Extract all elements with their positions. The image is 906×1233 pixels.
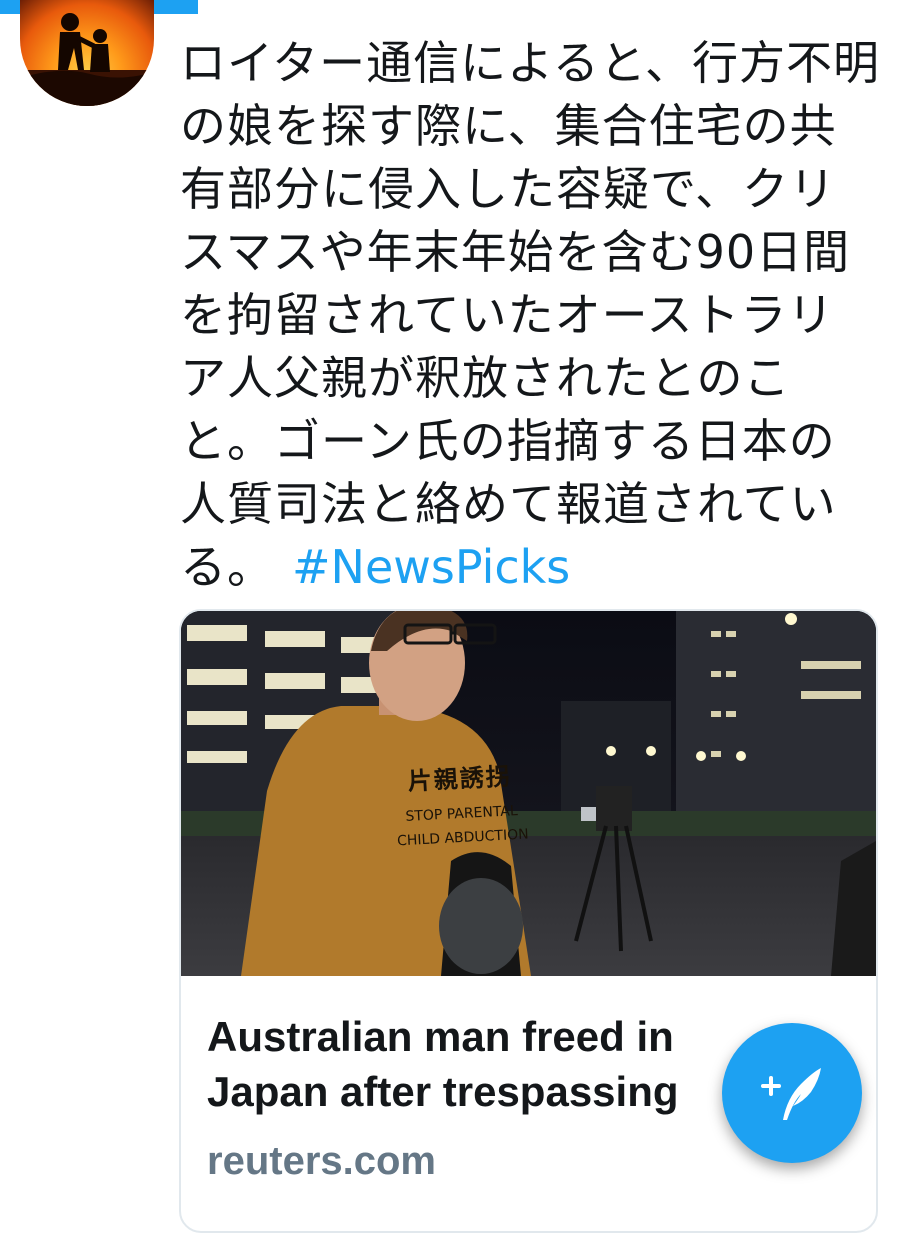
card-headline-line-1: Australian man freed in xyxy=(207,1013,674,1060)
user-avatar[interactable] xyxy=(20,0,154,106)
shirt-kanji: 片親誘拐 xyxy=(407,762,513,796)
tweet-text: ロイター通信によると、行方不明の娘を探す際に、集合住宅の共有部分に侵入した容疑で… xyxy=(180,32,880,599)
avatar-silhouette-icon xyxy=(20,13,154,106)
tweet-body: ロイター通信によると、行方不明の娘を探す際に、集合住宅の共有部分に侵入した容疑で… xyxy=(180,36,880,594)
shirt-print: 片親誘拐 STOP PARENTAL CHILD ABDUCTION xyxy=(384,755,538,850)
card-headline-line-2: Japan after trespassing xyxy=(207,1068,679,1115)
compose-tweet-icon xyxy=(761,1068,821,1120)
card-image[interactable]: 片親誘拐 STOP PARENTAL CHILD ABDUCTION xyxy=(181,611,876,976)
card-domain: reuters.com xyxy=(207,1139,436,1183)
shirt-line-1: STOP PARENTAL xyxy=(405,803,519,825)
compose-tweet-button[interactable] xyxy=(722,1023,862,1163)
card-headline[interactable]: Australian man freed in Japan after tres… xyxy=(207,1009,767,1119)
hashtag-link[interactable]: #NewsPicks xyxy=(292,540,570,594)
